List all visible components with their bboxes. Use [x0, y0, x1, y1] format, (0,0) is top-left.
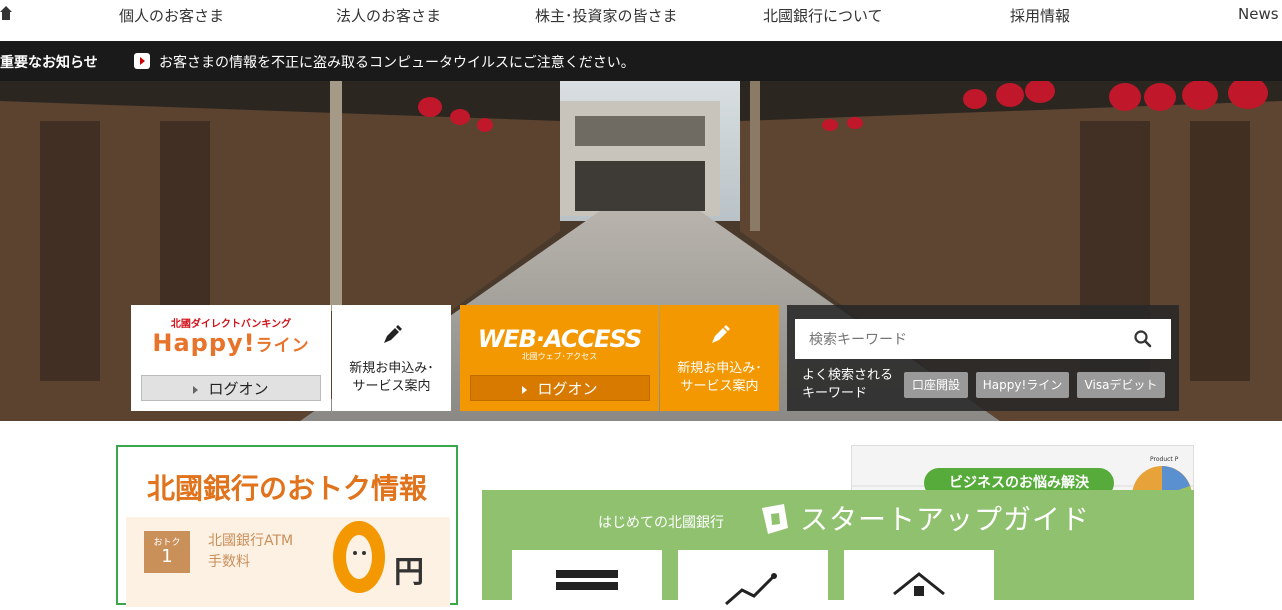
otoku-feature-card: おトク 1 北國銀行ATM 手数料 円 [126, 517, 450, 607]
otoku-yen: 円 [394, 555, 424, 590]
notice-message-link[interactable]: お客さまの情報を不正に盗み取るコンピュータウイルスにご注意ください。 [159, 52, 635, 72]
startup-guide-title: スタートアップガイド [800, 503, 1091, 536]
startup-card-growth[interactable] [678, 550, 828, 610]
search-panel: よく検索される キーワード 口座開設 Happy!ライン Visaデビット [787, 305, 1179, 411]
keyword-happy-line[interactable]: Happy!ライン [976, 372, 1069, 398]
arrow-right-icon [134, 53, 150, 69]
happy-line-panel: 北國ダイレクトバンキング Happy!ライン ログオン [131, 305, 331, 411]
chevron-right-icon [193, 385, 199, 394]
keyword-account-opening[interactable]: 口座開設 [904, 372, 968, 398]
web-access-new-application-button[interactable]: 新規お申込み･ サービス案内 [660, 305, 779, 411]
top-nav: 個人のお客さま 法人のお客さま 株主･投資家の皆さま 北國銀行について 採用情報… [0, 0, 1282, 41]
otoku-feature-text: 北國銀行ATM 手数料 [208, 533, 294, 570]
house-icon [893, 572, 945, 596]
nav-item-investors[interactable]: 株主･投資家の皆さま [535, 5, 678, 26]
web-access-new-application-label: 新規お申込み･ サービス案内 [677, 361, 762, 394]
web-access-panel: WEB·ACCESS 北國ウェブ･アクセス ログオン [460, 305, 659, 411]
happy-logo-sub: ライン [255, 336, 310, 356]
nav-item-news[interactable]: News [1238, 5, 1279, 23]
happy-new-application-button[interactable]: 新規お申込み･ サービス案内 [332, 305, 451, 411]
notice-bar: 重要なお知らせ お客さまの情報を不正に盗み取るコンピュータウイルスにご注意くださ… [0, 41, 1282, 81]
chart-up-icon [725, 573, 777, 606]
startup-card-house[interactable] [844, 550, 994, 610]
product-tag: Product P [1150, 456, 1179, 463]
otoku-info-box[interactable]: 北國銀行のおトク情報 おトク 1 北國銀行ATM 手数料 円 [116, 445, 458, 607]
pen-icon [712, 325, 730, 343]
web-access-logo: WEB·ACCESS [477, 325, 642, 353]
nav-item-personal[interactable]: 個人のお客さま [119, 5, 224, 26]
web-access-login-button[interactable]: ログオン [470, 375, 650, 401]
web-access-logo-sub: 北國ウェブ･アクセス [521, 352, 598, 361]
shield-logo-icon [762, 504, 788, 534]
zero-mascot-icon [333, 521, 385, 593]
startup-card-account[interactable] [512, 550, 662, 610]
pen-icon [384, 325, 402, 343]
nav-item-recruit[interactable]: 採用情報 [1010, 5, 1070, 26]
nav-item-corporate[interactable]: 法人のお客さま [336, 5, 441, 26]
otoku-title: 北國銀行のおトク情報 [146, 472, 427, 505]
happy-login-button[interactable]: ログオン [141, 375, 321, 401]
otoku-badge-number: 1 [161, 546, 173, 567]
notice-label: 重要なお知らせ [0, 55, 98, 71]
happy-login-label: ログオン [208, 380, 269, 398]
otoku-badge: おトク 1 [144, 531, 190, 573]
happy-line-logo: Happy!ライン [131, 329, 331, 357]
startup-pre-text: はじめての北國銀行 [598, 515, 724, 531]
nav-item-about[interactable]: 北國銀行について [763, 5, 883, 26]
home-icon[interactable] [0, 6, 12, 20]
card-icon [556, 570, 618, 590]
direct-banking-caption: 北國ダイレクトバンキング [170, 319, 292, 330]
happy-logo-main: Happy! [152, 329, 256, 357]
keyword-visa-debit[interactable]: Visaデビット [1077, 372, 1165, 398]
popular-keywords-label: よく検索される キーワード [802, 368, 894, 401]
search-icon[interactable] [1133, 329, 1153, 349]
startup-guide-banner[interactable]: はじめての北國銀行 スタートアップガイド [482, 490, 1194, 610]
web-access-login-label: ログオン [537, 380, 598, 398]
search-input[interactable] [795, 319, 1171, 359]
happy-new-application-label: 新規お申込み･ サービス案内 [349, 361, 434, 394]
chevron-right-icon [522, 385, 528, 394]
